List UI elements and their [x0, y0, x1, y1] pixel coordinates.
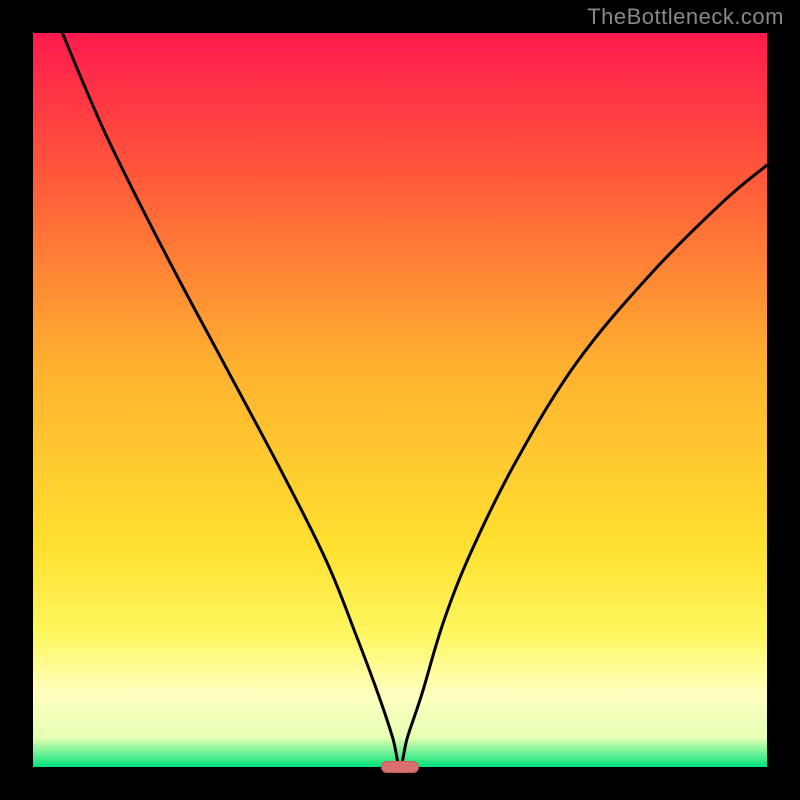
optimum-marker	[382, 761, 419, 772]
bottleneck-chart	[0, 0, 800, 800]
plot-background	[33, 33, 767, 767]
chart-frame: TheBottleneck.com	[0, 0, 800, 800]
watermark-text: TheBottleneck.com	[587, 4, 784, 30]
